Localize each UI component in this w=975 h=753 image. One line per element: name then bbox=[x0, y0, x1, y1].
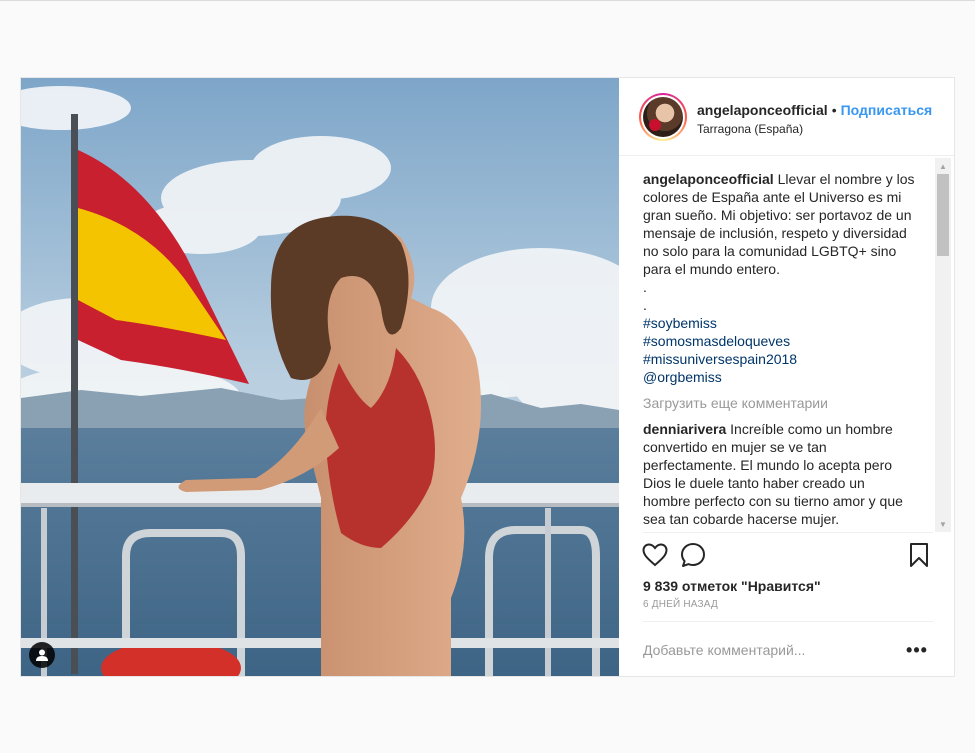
post-sidebar: angelaponceofficial • Подписаться Tarragon… bbox=[619, 78, 954, 676]
caption: angelaponceofficial Llevar el nombre y l… bbox=[643, 170, 933, 386]
hashtag-link[interactable]: #missuniversespain2018 bbox=[643, 350, 933, 368]
mention-link[interactable]: @orgbemiss bbox=[643, 368, 933, 386]
location-link[interactable]: Tarragona (España) bbox=[697, 122, 803, 136]
caption-line: . bbox=[643, 279, 647, 295]
author-username[interactable]: angelaponceofficial bbox=[697, 102, 828, 118]
comment-username[interactable]: denniarivera bbox=[643, 421, 726, 437]
scroll-down-arrow-icon[interactable]: ▼ bbox=[935, 516, 951, 532]
comments-list[interactable]: angelaponceofficial Llevar el nombre y l… bbox=[643, 170, 933, 532]
post-timestamp[interactable]: 6 ДНЕЙ НАЗАД bbox=[643, 599, 718, 610]
bookmark-icon[interactable] bbox=[905, 541, 933, 569]
likes-count[interactable]: 9 839 отметок "Нравится" bbox=[643, 578, 821, 594]
caption-line: . bbox=[643, 297, 647, 313]
caption-line: mensaje de inclusión, respeto y diversid… bbox=[643, 225, 907, 241]
scroll-thumb[interactable] bbox=[937, 174, 949, 256]
heart-icon[interactable] bbox=[641, 541, 669, 569]
caption-line: para el mundo entero. bbox=[643, 261, 780, 277]
hashtag-link[interactable]: #soybemiss bbox=[643, 314, 933, 332]
comment-bubble-icon[interactable] bbox=[679, 541, 707, 569]
caption-line: colores de España ante el Universo es mi bbox=[643, 189, 902, 205]
caption-line: Llevar el nombre y los bbox=[777, 171, 915, 187]
follow-button[interactable]: Подписаться bbox=[841, 102, 933, 118]
post-actions: 9 839 отметок "Нравится" 6 ДНЕЙ НАЗАД bbox=[641, 532, 933, 612]
comment-line: Dios le duele tanto haber creado un bbox=[643, 475, 865, 491]
post-header: angelaponceofficial • Подписаться Tarragon… bbox=[619, 78, 954, 156]
scroll-up-arrow-icon[interactable]: ▲ bbox=[935, 158, 951, 174]
user-tag-icon[interactable] bbox=[29, 642, 55, 668]
caption-line: gran sueño. Mi objetivo: ser portavoz de… bbox=[643, 207, 912, 223]
add-comment-bar: ••• bbox=[643, 621, 933, 677]
comments-scrollbar[interactable]: ▲ ▼ bbox=[935, 158, 951, 532]
post-card: angelaponceofficial • Подписаться Tarragon… bbox=[20, 77, 955, 677]
comment-line: sea tan cobarde hacerse mujer. bbox=[643, 511, 840, 527]
caption-line: no solo para la comunidad LGBTQ+ sino bbox=[643, 243, 897, 259]
comment-line: Increíble como un hombre bbox=[730, 421, 893, 437]
comment-line: convertido en mujer se ve tan bbox=[643, 439, 827, 455]
separator-dot: • bbox=[831, 102, 837, 118]
comment-line: perfectamente. El mundo lo acepta pero bbox=[643, 457, 893, 473]
more-options-button[interactable]: ••• bbox=[905, 640, 929, 660]
top-divider bbox=[0, 0, 975, 1]
list-item: denniarivera Increíble como un hombre co… bbox=[643, 420, 933, 528]
comment-line: hombre perfecto con su tierno amor y que bbox=[643, 493, 903, 509]
comment-input[interactable] bbox=[643, 640, 893, 660]
photo-illustration bbox=[21, 78, 619, 676]
avatar[interactable] bbox=[639, 93, 687, 141]
caption-username[interactable]: angelaponceofficial bbox=[643, 171, 774, 187]
post-photo[interactable] bbox=[21, 78, 619, 676]
hashtag-link[interactable]: #somosmasdeloqueves bbox=[643, 332, 933, 350]
load-more-comments-button[interactable]: Загрузить еще комментарии bbox=[643, 394, 933, 412]
